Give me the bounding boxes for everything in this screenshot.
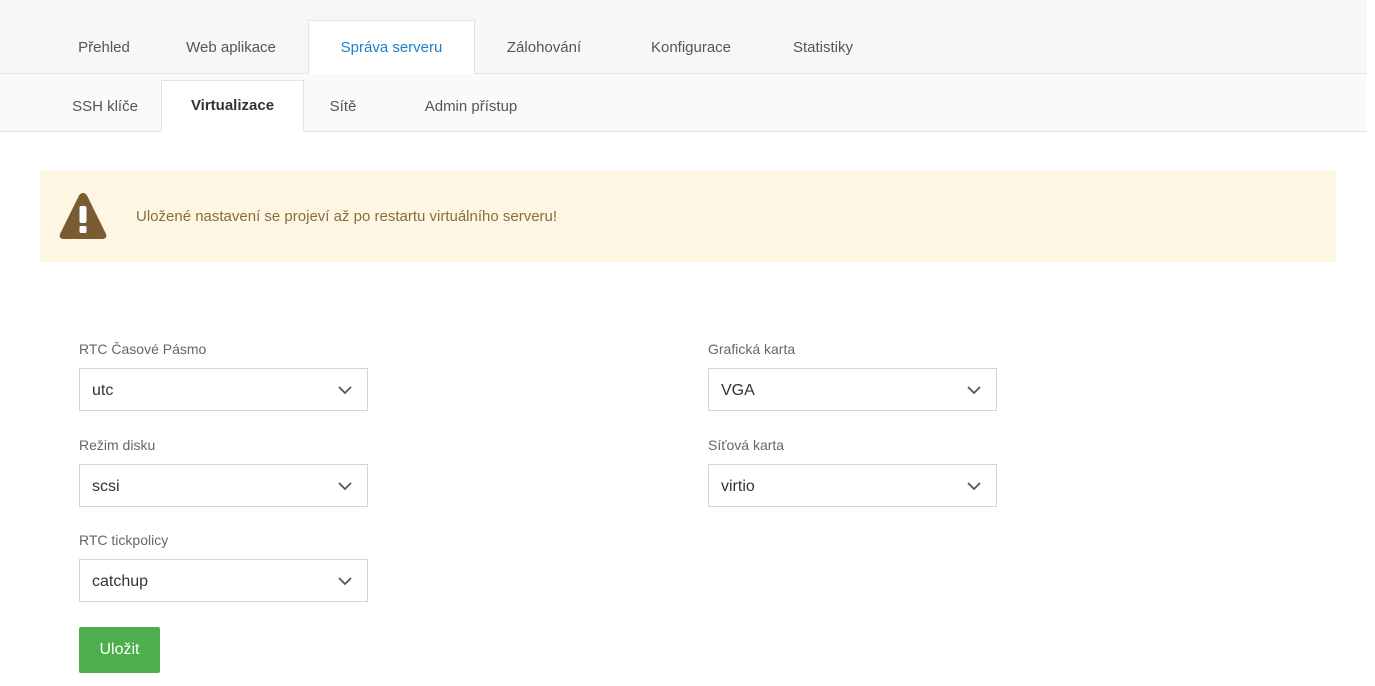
rtc-timezone-select[interactable]: utc xyxy=(79,368,368,411)
graphics-card-select[interactable]: VGA xyxy=(708,368,997,411)
rtc-tickpolicy-label: RTC tickpolicy xyxy=(79,532,169,548)
network-card-label: Síťová karta xyxy=(708,437,785,453)
subtab-admin-pristup[interactable]: Admin přístup xyxy=(396,82,546,131)
chevron-down-icon xyxy=(967,386,981,395)
sub-tab-bar: SSH klíče Virtualizace Sítě Admin přístu… xyxy=(0,74,1367,132)
tab-sprava-serveru[interactable]: Správa serveru xyxy=(308,20,475,74)
restart-warning-alert: Uložené nastavení se projeví až po resta… xyxy=(40,171,1336,262)
subtab-ssh-klice[interactable]: SSH klíče xyxy=(50,82,160,131)
network-card-select[interactable]: virtio xyxy=(708,464,997,507)
chevron-down-icon xyxy=(338,386,352,395)
alert-message: Uložené nastavení se projeví až po resta… xyxy=(136,208,558,225)
save-button[interactable]: Uložit xyxy=(79,627,160,673)
chevron-down-icon xyxy=(338,577,352,586)
rtc-timezone-label: RTC Časové Pásmo xyxy=(79,341,207,357)
chevron-down-icon xyxy=(967,482,981,491)
graphics-card-value: VGA xyxy=(721,382,755,399)
tab-web-aplikace[interactable]: Web aplikace xyxy=(164,22,298,73)
tab-zalohovani[interactable]: Zálohování xyxy=(483,22,605,73)
tab-prehled[interactable]: Přehled xyxy=(48,22,160,73)
rtc-tickpolicy-select[interactable]: catchup xyxy=(79,559,368,602)
disk-mode-select[interactable]: scsi xyxy=(79,464,368,507)
tab-konfigurace[interactable]: Konfigurace xyxy=(626,22,756,73)
network-card-value: virtio xyxy=(721,478,755,495)
warning-triangle-icon xyxy=(59,193,107,239)
rtc-tickpolicy-value: catchup xyxy=(92,573,149,590)
subtab-virtualizace[interactable]: Virtualizace xyxy=(161,80,304,132)
disk-mode-value: scsi xyxy=(92,478,120,495)
rtc-timezone-value: utc xyxy=(92,382,114,399)
tab-statistiky[interactable]: Statistiky xyxy=(768,22,878,73)
main-tab-bar: Přehled Web aplikace Správa serveru Zálo… xyxy=(0,0,1367,74)
chevron-down-icon xyxy=(338,482,352,491)
subtab-site[interactable]: Sítě xyxy=(312,82,374,131)
disk-mode-label: Režim disku xyxy=(79,437,156,453)
graphics-card-label: Grafická karta xyxy=(708,341,796,357)
